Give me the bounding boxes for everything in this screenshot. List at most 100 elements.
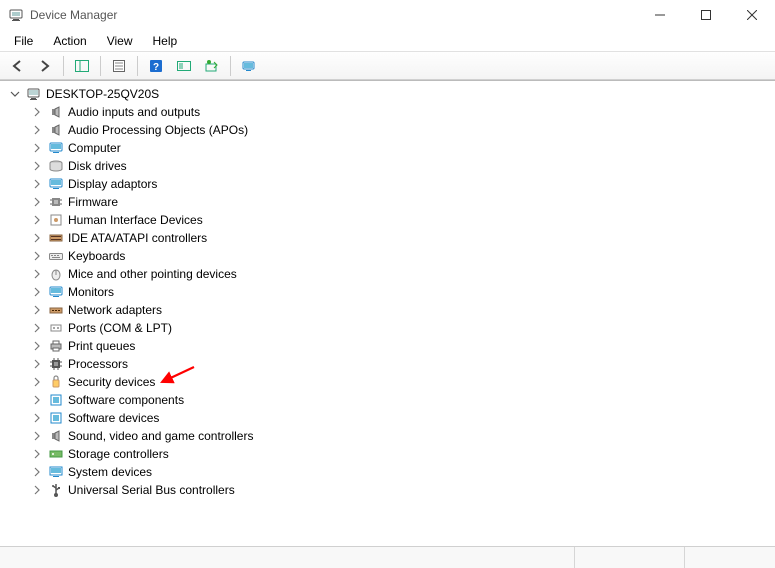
- tree-category-row[interactable]: Keyboards: [6, 247, 769, 265]
- titlebar: Device Manager: [0, 0, 775, 30]
- chevron-right-icon[interactable]: [30, 429, 44, 443]
- chip-icon: [48, 194, 64, 210]
- tree-category-label[interactable]: IDE ATA/ATAPI controllers: [68, 231, 207, 245]
- tree-category-label[interactable]: Human Interface Devices: [68, 213, 203, 227]
- chevron-right-icon[interactable]: [30, 411, 44, 425]
- tree-category-row[interactable]: Ports (COM & LPT): [6, 319, 769, 337]
- close-button[interactable]: [729, 0, 775, 30]
- update-driver-button[interactable]: [199, 54, 225, 78]
- tree-category-label[interactable]: Mice and other pointing devices: [68, 267, 237, 281]
- tree-root-row[interactable]: DESKTOP-25QV20S: [6, 85, 769, 103]
- tree-category-label[interactable]: Display adaptors: [68, 177, 157, 191]
- tree-category-row[interactable]: Computer: [6, 139, 769, 157]
- tree-category-label[interactable]: Storage controllers: [68, 447, 169, 461]
- tree-category-label[interactable]: Processors: [68, 357, 128, 371]
- chevron-right-icon[interactable]: [30, 375, 44, 389]
- tree-category-row[interactable]: Display adaptors: [6, 175, 769, 193]
- computer-root-icon: [26, 86, 42, 102]
- tree-category-label[interactable]: Disk drives: [68, 159, 127, 173]
- tree-category-row[interactable]: Human Interface Devices: [6, 211, 769, 229]
- tree-category-row[interactable]: Universal Serial Bus controllers: [6, 481, 769, 499]
- tree-category-label[interactable]: Audio Processing Objects (APOs): [68, 123, 248, 137]
- chevron-right-icon[interactable]: [30, 357, 44, 371]
- chevron-right-icon[interactable]: [30, 285, 44, 299]
- forward-button[interactable]: [32, 54, 58, 78]
- tree-category-row[interactable]: Security devices: [6, 373, 769, 391]
- chevron-right-icon[interactable]: [30, 465, 44, 479]
- tree-category-label[interactable]: Keyboards: [68, 249, 125, 263]
- tree-category-label[interactable]: Security devices: [68, 375, 155, 389]
- tree-category-row[interactable]: IDE ATA/ATAPI controllers: [6, 229, 769, 247]
- system-icon: [48, 464, 64, 480]
- chevron-right-icon[interactable]: [30, 447, 44, 461]
- chevron-right-icon[interactable]: [30, 213, 44, 227]
- window-title: Device Manager: [30, 8, 637, 22]
- tree-category-row[interactable]: Network adapters: [6, 301, 769, 319]
- tree-category-label[interactable]: Network adapters: [68, 303, 162, 317]
- add-device-button[interactable]: [236, 54, 262, 78]
- tree-root-label[interactable]: DESKTOP-25QV20S: [46, 87, 159, 101]
- properties-button[interactable]: [106, 54, 132, 78]
- tree-category-row[interactable]: System devices: [6, 463, 769, 481]
- tree-category-row[interactable]: Sound, video and game controllers: [6, 427, 769, 445]
- tree-category-row[interactable]: Processors: [6, 355, 769, 373]
- chevron-right-icon[interactable]: [30, 105, 44, 119]
- chevron-right-icon[interactable]: [30, 321, 44, 335]
- toolbar-separator: [230, 56, 231, 76]
- chevron-right-icon[interactable]: [30, 159, 44, 173]
- tree-category-label[interactable]: Computer: [68, 141, 121, 155]
- tree-category-row[interactable]: Disk drives: [6, 157, 769, 175]
- tree-category-label[interactable]: Universal Serial Bus controllers: [68, 483, 235, 497]
- cpu-icon: [48, 356, 64, 372]
- tree-category-row[interactable]: Software components: [6, 391, 769, 409]
- menu-item-file[interactable]: File: [4, 32, 43, 50]
- tree-category-label[interactable]: Audio inputs and outputs: [68, 105, 200, 119]
- chevron-right-icon[interactable]: [30, 231, 44, 245]
- chevron-right-icon[interactable]: [30, 249, 44, 263]
- chevron-right-icon[interactable]: [30, 141, 44, 155]
- tree-category-label[interactable]: Software components: [68, 393, 184, 407]
- tree-category-label[interactable]: Firmware: [68, 195, 118, 209]
- show-hide-tree-button[interactable]: [69, 54, 95, 78]
- tree-category-row[interactable]: Mice and other pointing devices: [6, 265, 769, 283]
- tree-category-row[interactable]: Monitors: [6, 283, 769, 301]
- help-button[interactable]: ?: [143, 54, 169, 78]
- chevron-right-icon[interactable]: [30, 123, 44, 137]
- chevron-right-icon[interactable]: [30, 303, 44, 317]
- app-icon: [8, 7, 24, 23]
- minimize-button[interactable]: [637, 0, 683, 30]
- tree-category-row[interactable]: Audio Processing Objects (APOs): [6, 121, 769, 139]
- monitor-icon: [48, 176, 64, 192]
- chevron-right-icon[interactable]: [30, 483, 44, 497]
- tree-category-label[interactable]: Ports (COM & LPT): [68, 321, 172, 335]
- chevron-right-icon[interactable]: [30, 339, 44, 353]
- scan-hardware-button[interactable]: [171, 54, 197, 78]
- chevron-right-icon[interactable]: [30, 195, 44, 209]
- svg-text:?: ?: [153, 62, 159, 73]
- tree-category-label[interactable]: Print queues: [68, 339, 135, 353]
- tree-category-row[interactable]: Firmware: [6, 193, 769, 211]
- tree-category-label[interactable]: Software devices: [68, 411, 159, 425]
- maximize-button[interactable]: [683, 0, 729, 30]
- back-button[interactable]: [4, 54, 30, 78]
- tree-category-row[interactable]: Storage controllers: [6, 445, 769, 463]
- network-icon: [48, 302, 64, 318]
- tree-category-label[interactable]: Monitors: [68, 285, 114, 299]
- usb-icon: [48, 482, 64, 498]
- statusbar-cell: [575, 547, 685, 568]
- menu-item-help[interactable]: Help: [143, 32, 188, 50]
- chevron-right-icon[interactable]: [30, 393, 44, 407]
- tree-category-row[interactable]: Print queues: [6, 337, 769, 355]
- expander-icon[interactable]: [8, 87, 22, 101]
- printer-icon: [48, 338, 64, 354]
- device-tree[interactable]: DESKTOP-25QV20S Audio inputs and outputs…: [0, 80, 775, 546]
- tree-category-row[interactable]: Software devices: [6, 409, 769, 427]
- tree-category-label[interactable]: System devices: [68, 465, 152, 479]
- toolbar-separator: [100, 56, 101, 76]
- chevron-right-icon[interactable]: [30, 177, 44, 191]
- menu-item-action[interactable]: Action: [43, 32, 96, 50]
- tree-category-label[interactable]: Sound, video and game controllers: [68, 429, 253, 443]
- tree-category-row[interactable]: Audio inputs and outputs: [6, 103, 769, 121]
- chevron-right-icon[interactable]: [30, 267, 44, 281]
- menu-item-view[interactable]: View: [97, 32, 143, 50]
